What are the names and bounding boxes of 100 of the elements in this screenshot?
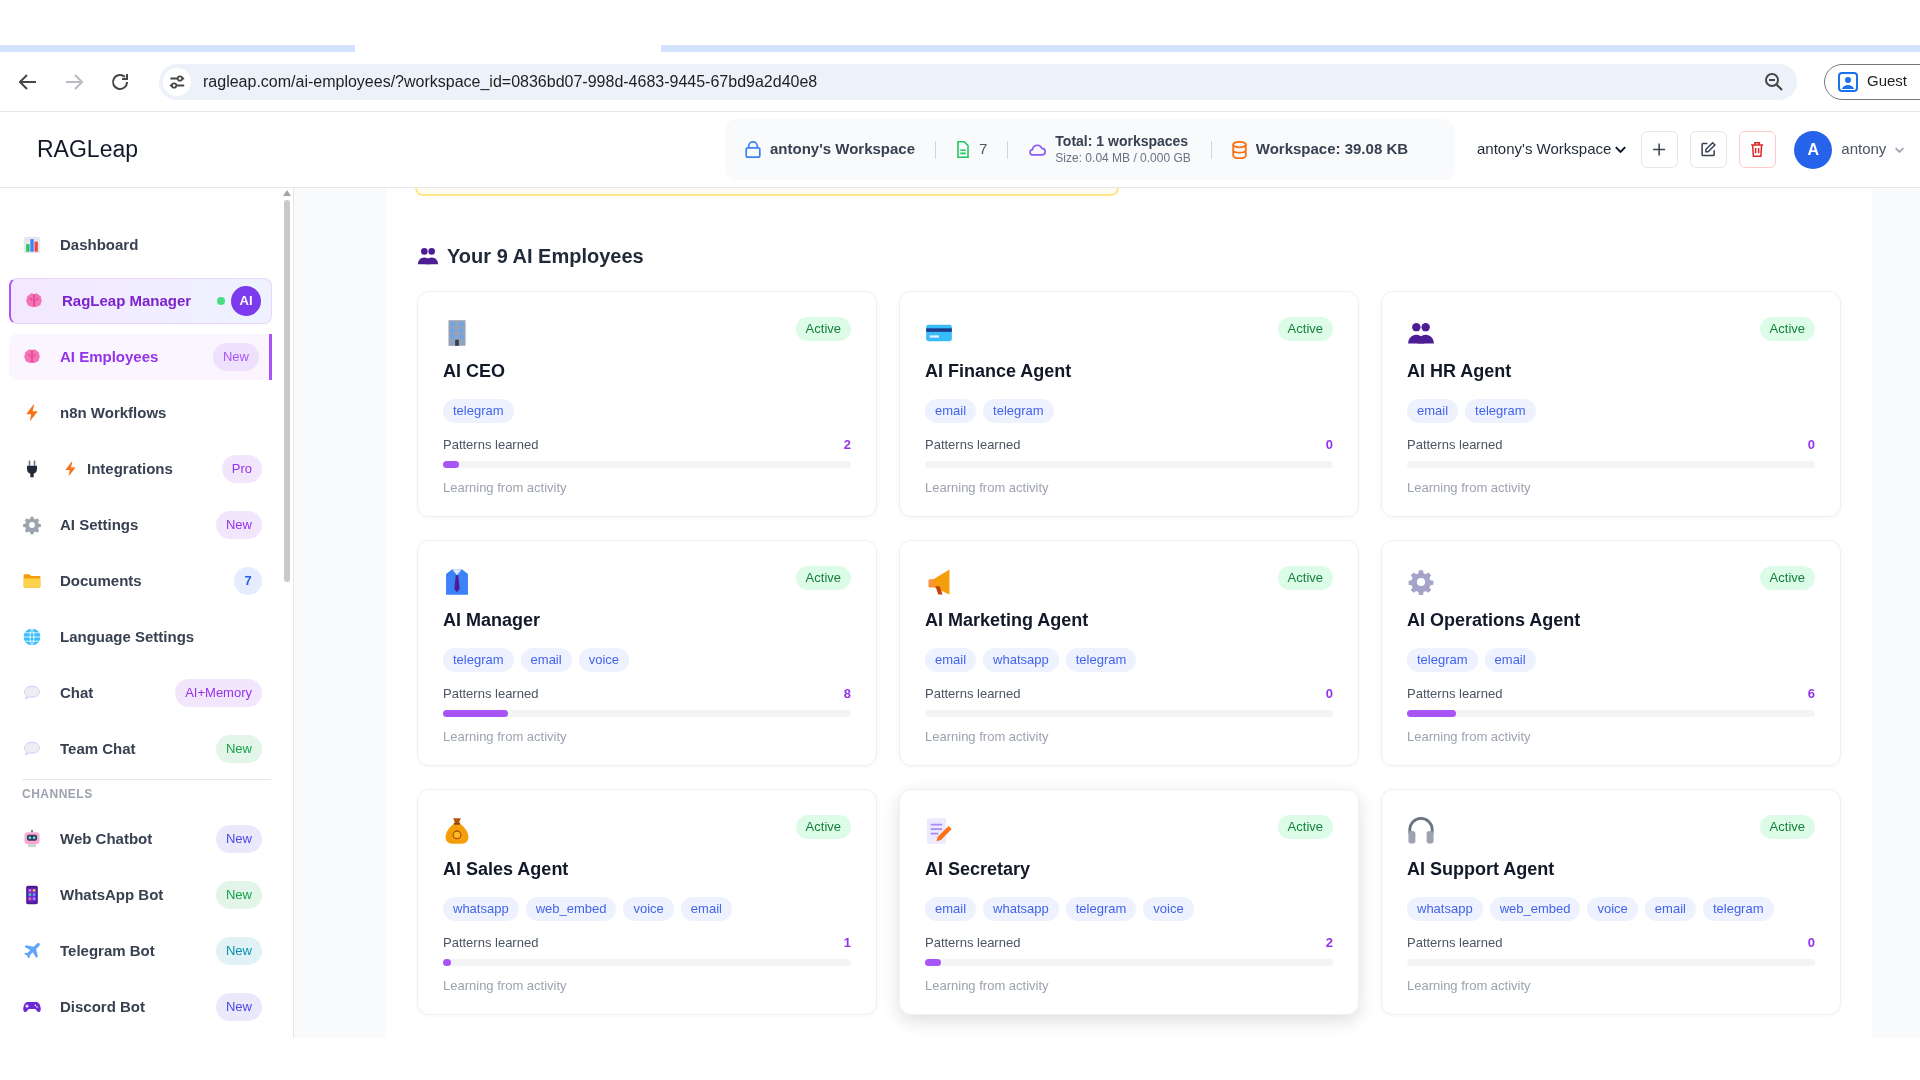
scroll-up-arrow-icon[interactable] <box>283 190 291 196</box>
employee-card[interactable]: Active AI Manager telegram email voice Patterns learned 8 Learning from activity <box>417 540 877 766</box>
gear-icon <box>22 515 42 535</box>
sidebar-item[interactable]: Web Chatbot New <box>9 816 272 862</box>
item-badge: AI+Memory <box>175 679 262 707</box>
channel-tag: email <box>520 648 572 672</box>
lightning-icon <box>64 461 77 477</box>
sidebar-item[interactable]: RagLeap Manager AI <box>9 278 272 324</box>
sidebar-item[interactable]: n8n Workflows <box>9 390 272 436</box>
patterns-label: Patterns learned <box>443 685 539 703</box>
learning-note: Learning from activity <box>443 479 567 497</box>
scrollbar-thumb[interactable] <box>284 200 290 582</box>
status-badge: Active <box>795 815 851 839</box>
sidebar-item[interactable]: Team Chat New <box>9 726 272 772</box>
patterns-label: Patterns learned <box>925 436 1021 454</box>
url-input[interactable]: ragleap.com/ai-employees/?workspace_id=0836bd07-998d-4683-9445-67bd9a2d40e8 <box>203 69 1765 94</box>
patterns-label: Patterns learned <box>925 934 1021 952</box>
trash-icon <box>1750 142 1766 157</box>
user-avatar[interactable]: A <box>1794 130 1833 169</box>
sidebar-item[interactable]: Discord Bot New <box>9 984 272 1030</box>
employee-card[interactable]: Active AI Secretary email whatsapp telegram voice Patterns learned 2 Learning from activity <box>899 789 1359 1015</box>
patterns-label: Patterns learned <box>443 934 539 952</box>
learning-note: Learning from activity <box>1407 728 1531 746</box>
status-badge: Active <box>795 566 851 590</box>
workspace-total: Total: 1 workspaces <box>1055 133 1190 151</box>
add-button[interactable] <box>1641 131 1679 168</box>
sidebar-item[interactable]: AI Settings New <box>9 502 272 548</box>
lock-icon <box>745 141 761 158</box>
sidebar-item[interactable]: Chat AI+Memory <box>9 670 272 716</box>
status-badge: Active <box>1277 317 1333 341</box>
employee-name: AI CEO <box>443 360 505 383</box>
sidebar-item[interactable]: Dashboard <box>9 222 272 268</box>
item-badge: New <box>216 993 262 1021</box>
employee-card[interactable]: Active AI Marketing Agent email whatsapp telegram Patterns learned 0 Learning from activity <box>899 540 1359 766</box>
back-arrow-icon <box>19 72 37 91</box>
sidebar-item[interactable]: Telegram Bot New <box>9 928 272 974</box>
workspace-name: antony's Workspace <box>770 139 915 160</box>
sidebar-item[interactable]: Integrations Pro <box>9 446 272 492</box>
patterns-count: 8 <box>843 685 851 703</box>
channel-tag: email <box>925 399 977 423</box>
sidebar-item[interactable]: Language Settings <box>9 614 272 660</box>
channel-tag: telegram <box>1065 897 1137 921</box>
channel-tag: voice <box>1143 897 1194 921</box>
workspace-storage: Workspace: 39.08 KB <box>1255 139 1409 160</box>
employee-card[interactable]: Active AI HR Agent email telegram Patterns learned 0 Learning from activity <box>1381 291 1841 517</box>
status-badge: Active <box>1759 317 1815 341</box>
workspace-select[interactable]: antony's Workspace <box>1477 138 1627 161</box>
learning-note: Learning from activity <box>925 728 1049 746</box>
channel-tag: whatsapp <box>983 897 1059 921</box>
item-badge: New <box>213 343 259 371</box>
learning-note: Learning from activity <box>925 977 1049 995</box>
channel-tag: whatsapp <box>983 648 1059 672</box>
learning-note: Learning from activity <box>925 479 1049 497</box>
sidebar-item[interactable]: WhatsApp Bot New <box>9 872 272 918</box>
channel-tag: voice <box>623 897 674 921</box>
channel-tag: voice <box>578 648 629 672</box>
document-icon <box>956 141 970 158</box>
employee-name: AI Secretary <box>925 858 1031 881</box>
item-badge: New <box>216 735 262 763</box>
delete-button[interactable] <box>1739 131 1777 168</box>
money-bag-icon <box>443 817 471 845</box>
employee-card[interactable]: Active AI CEO telegram Patterns learned 2 Learning from activity <box>417 291 877 517</box>
zoom-out-icon <box>1765 72 1783 91</box>
employee-card[interactable]: Active AI Support Agent whatsapp web_embed voice email telegram Patterns learned 0 Learning from activity <box>1381 789 1841 1015</box>
user-name[interactable]: antony <box>1841 138 1887 161</box>
learning-note: Learning from activity <box>443 977 567 995</box>
employee-name: AI Sales Agent <box>443 858 569 881</box>
folder-icon <box>22 571 42 591</box>
sidebar-item[interactable]: Documents 7 <box>9 558 272 604</box>
count-badge: 7 <box>234 567 262 595</box>
status-badge: Active <box>1277 815 1333 839</box>
address-bar[interactable]: ragleap.com/ai-employees/?workspace_id=0836bd07-998d-4683-9445-67bd9a2d40e8 <box>159 63 1797 100</box>
airplane-icon <box>22 941 42 961</box>
edit-button[interactable] <box>1690 131 1728 168</box>
patterns-label: Patterns learned <box>1407 934 1503 952</box>
channel-tag: whatsapp <box>443 897 519 921</box>
employee-name: AI HR Agent <box>1407 360 1512 383</box>
channel-tag: web_embed <box>525 897 617 921</box>
reload-icon <box>111 72 129 91</box>
employee-card[interactable]: Active AI Sales Agent whatsapp web_embed voice email Patterns learned 1 Learning from activity <box>417 789 877 1015</box>
patterns-count: 1 <box>843 934 851 952</box>
edit-icon <box>1701 142 1717 157</box>
employee-card[interactable]: Active AI Finance Agent email telegram Patterns learned 0 Learning from activity <box>899 291 1359 517</box>
chevron-down-icon <box>1895 146 1905 153</box>
database-icon <box>1231 140 1247 159</box>
channel-tag: email <box>1644 897 1696 921</box>
gear-icon <box>1407 568 1435 596</box>
bar-chart-icon <box>22 235 42 255</box>
chevron-down-icon <box>1615 146 1627 153</box>
status-badge: Active <box>1759 566 1815 590</box>
forward-arrow-icon <box>65 72 83 91</box>
channel-tag: email <box>1407 399 1459 423</box>
channel-tag: email <box>925 648 977 672</box>
item-badge: New <box>216 511 262 539</box>
status-badge: Active <box>1759 815 1815 839</box>
sidebar-item[interactable]: AI Employees New <box>9 334 272 380</box>
app-logo: RAGLeap <box>37 136 138 163</box>
employee-card[interactable]: Active AI Operations Agent telegram email Patterns learned 6 Learning from activity <box>1381 540 1841 766</box>
profile-icon <box>1838 71 1858 92</box>
document-count: 7 <box>979 139 988 160</box>
